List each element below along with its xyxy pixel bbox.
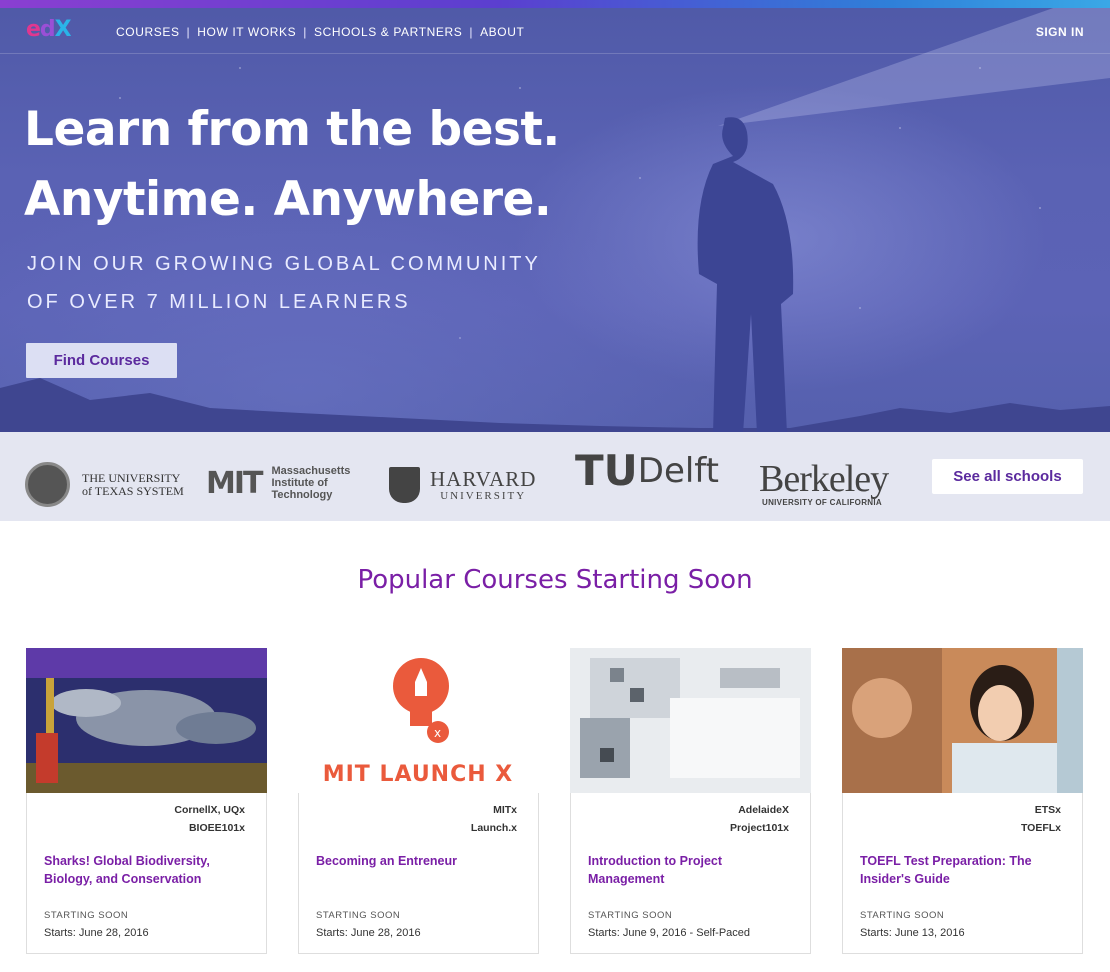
course-status: STARTING SOON [588, 910, 673, 921]
course-org: AdelaideX [738, 804, 789, 816]
course-card[interactable]: AdelaideX Project101x Introduction to Pr… [570, 648, 811, 954]
hero-subline-1: JOIN OUR GROWING GLOBAL COMMUNITY [27, 253, 541, 275]
mit-name-line1: Massachusetts [271, 465, 351, 477]
nav-schools-partners[interactable]: SCHOOLS & PARTNERS [314, 25, 462, 39]
find-courses-button[interactable]: Find Courses [26, 343, 177, 378]
course-org: MITx [493, 804, 517, 816]
berkeley-name: Berkeley [759, 458, 889, 500]
course-org: ETSx [1034, 804, 1061, 816]
mit-mark: MIT [206, 465, 264, 501]
hero-subline-2: OF OVER 7 MILLION LEARNERS [27, 291, 411, 313]
course-title[interactable]: Introduction to Project Management [588, 852, 788, 888]
course-start-date: Starts: June 28, 2016 [316, 927, 421, 939]
harvard-name: HARVARD [430, 467, 537, 491]
logo-letter-x: X [54, 17, 72, 42]
course-code: Project101x [730, 822, 789, 834]
course-status: STARTING SOON [44, 910, 129, 921]
course-card[interactable]: ETSx TOEFLx TOEFL Test Preparation: The … [842, 648, 1083, 954]
course-card[interactable]: x MIT LAUNCH X MITx Launch.x Becoming an… [298, 648, 539, 954]
course-code: Launch.x [470, 822, 517, 834]
nav-how-it-works[interactable]: HOW IT WORKS [197, 25, 296, 39]
harvard-subname: UNIVERSITY [440, 490, 527, 502]
tudelft-tu: TU [575, 446, 638, 495]
nav-about[interactable]: ABOUT [480, 25, 524, 39]
sign-in-link[interactable]: SIGN IN [1036, 25, 1084, 39]
course-title[interactable]: Sharks! Global Biodiversity, Biology, an… [44, 852, 244, 888]
main-nav: edX COURSES | HOW IT WORKS | SCHOOLS & PARTN… [0, 8, 1110, 54]
course-status: STARTING SOON [316, 910, 401, 921]
mit-launch-image-text: MIT LAUNCH X [323, 762, 514, 787]
school-logo-ut-system[interactable]: THE UNIVERSITY of TEXAS SYSTEM [25, 462, 184, 507]
harvard-shield-icon [389, 467, 420, 503]
logo-letter-e: e [26, 17, 41, 42]
mit-name-line3: Technology [271, 489, 333, 501]
school-logo-harvard[interactable]: HARVARD UNIVERSITY [389, 467, 536, 503]
hero-headline-1: Learn from the best. [24, 102, 560, 157]
ut-name-line2: of TEXAS SYSTEM [82, 483, 184, 498]
logo-letter-d: d [39, 17, 56, 42]
ut-name-line1: THE UNIVERSITY [82, 470, 181, 485]
course-start-date: Starts: June 9, 2016 - Self-Paced [588, 927, 751, 939]
tudelft-delft: Delft [637, 450, 720, 491]
school-logo-tudelft[interactable]: TU Delft [575, 446, 719, 495]
see-all-schools-button[interactable]: See all schools [932, 459, 1083, 494]
course-image-toefl [842, 648, 1083, 793]
course-title[interactable]: TOEFL Test Preparation: The Insider's Gu… [860, 852, 1060, 888]
course-code: TOEFLx [1020, 822, 1061, 834]
course-title[interactable]: Becoming an Entreneur [316, 852, 516, 870]
course-code: BIOEE101x [188, 822, 245, 834]
course-image-project-management [570, 648, 811, 793]
nav-links: COURSES | HOW IT WORKS | SCHOOLS & PARTNERS |… [116, 25, 524, 39]
course-start-date: Starts: June 13, 2016 [860, 927, 965, 939]
mit-launch-x-glyph: x [434, 726, 441, 740]
mit-name-line2: Institute of [271, 477, 328, 489]
course-start-date: Starts: June 28, 2016 [44, 927, 149, 939]
top-gradient-bar [0, 0, 1110, 8]
nav-courses[interactable]: COURSES [116, 25, 180, 39]
course-image-mit-launch: x MIT LAUNCH X [298, 648, 539, 793]
course-org: CornellX, UQx [174, 804, 245, 816]
school-logo-mit[interactable]: MIT Massachusetts Institute of Technolog… [206, 465, 350, 501]
school-logo-berkeley[interactable]: Berkeley UNIVERSITY OF CALIFORNIA [759, 458, 889, 507]
nav-separator: | [469, 25, 474, 39]
course-card[interactable]: CornellX, UQx BIOEE101x Sharks! Global B… [26, 648, 267, 954]
hero-headline-2: Anytime. Anywhere. [24, 172, 552, 227]
nav-separator: | [186, 25, 191, 39]
nav-separator: | [303, 25, 307, 39]
popular-courses-heading: Popular Courses Starting Soon [357, 565, 753, 595]
course-status: STARTING SOON [860, 910, 945, 921]
course-image-sharks [26, 648, 267, 793]
edx-logo[interactable]: edX [26, 17, 72, 43]
berkeley-subname: UNIVERSITY OF CALIFORNIA [762, 498, 882, 507]
ut-seal-icon [25, 462, 70, 507]
